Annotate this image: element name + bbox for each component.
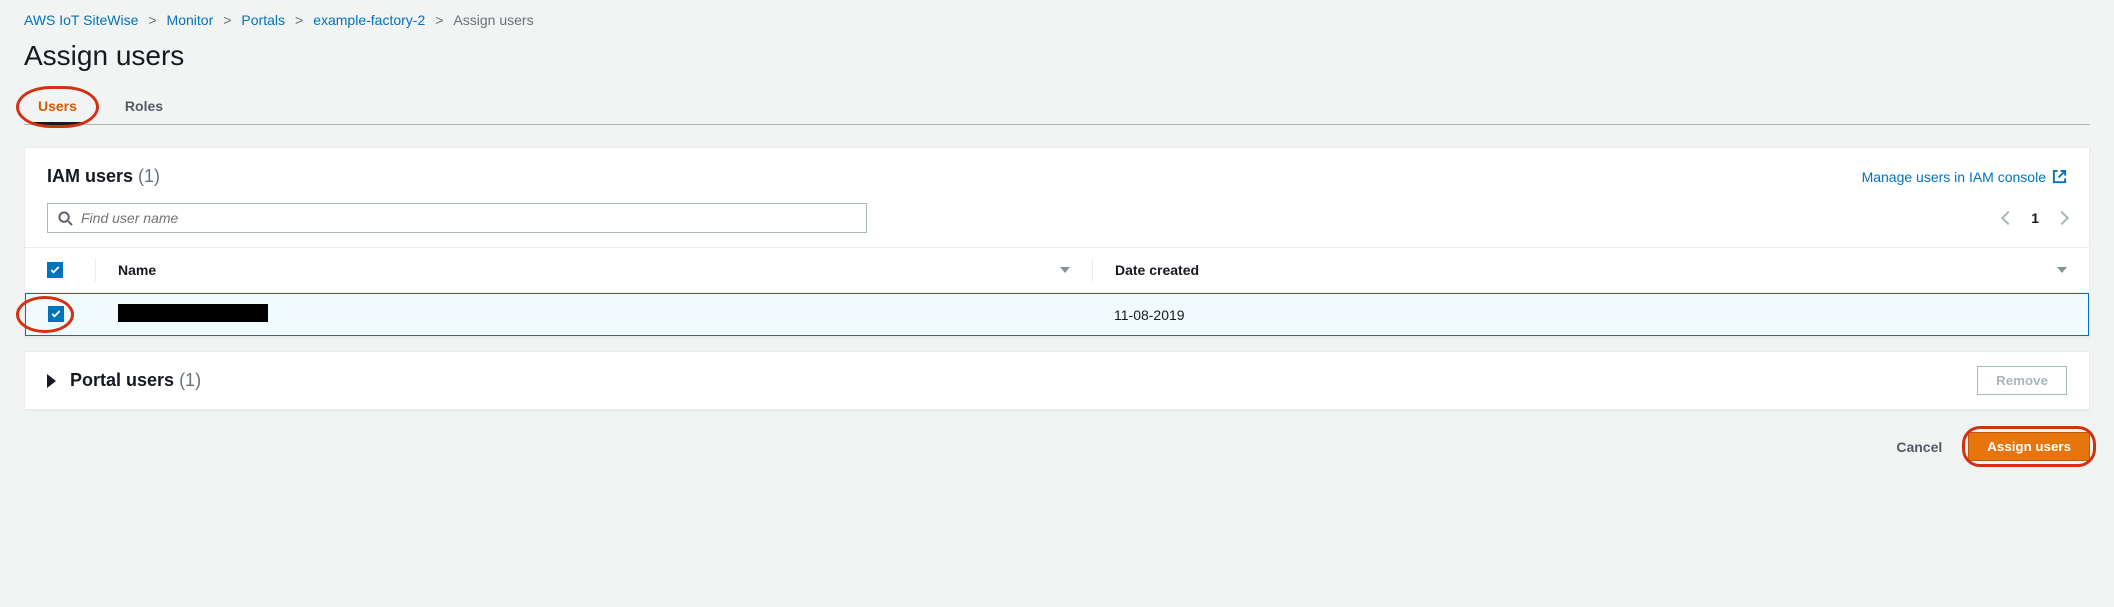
external-link-icon <box>2052 169 2067 184</box>
cancel-button[interactable]: Cancel <box>1896 439 1942 455</box>
column-header-date-created[interactable]: Date created <box>1092 258 2089 282</box>
breadcrumb-link-portals[interactable]: Portals <box>241 12 285 28</box>
breadcrumb-current: Assign users <box>453 12 533 28</box>
table-row[interactable]: 11-08-2019 <box>25 293 2089 336</box>
chevron-right-icon: > <box>295 12 303 28</box>
redacted-name <box>118 304 268 322</box>
breadcrumb: AWS IoT SiteWise > Monitor > Portals > e… <box>24 10 2090 40</box>
breadcrumb-link-portal-name[interactable]: example-factory-2 <box>313 12 425 28</box>
chevron-right-icon: > <box>435 12 443 28</box>
tab-bar: Users Roles <box>24 90 2090 125</box>
page-prev-icon[interactable] <box>2001 211 2015 225</box>
cell-name <box>96 300 1092 329</box>
portal-users-toggle[interactable]: Portal users (1) <box>47 370 201 391</box>
chevron-right-icon: > <box>223 12 231 28</box>
sort-caret-icon <box>1060 267 1070 273</box>
page-number: 1 <box>2031 210 2039 226</box>
link-label: Manage users in IAM console <box>1862 169 2046 185</box>
expand-caret-icon <box>47 374 56 388</box>
search-icon <box>58 211 73 226</box>
search-input[interactable] <box>81 210 856 226</box>
chevron-right-icon: > <box>148 12 156 28</box>
portal-users-card: Portal users (1) Remove <box>24 351 2090 410</box>
iam-users-card: IAM users (1) Manage users in IAM consol… <box>24 147 2090 337</box>
portal-users-count: (1) <box>179 370 201 390</box>
row-select-checkbox[interactable] <box>48 306 64 322</box>
select-all-checkbox[interactable] <box>47 262 63 278</box>
page-title: Assign users <box>24 40 2090 72</box>
tab-users[interactable]: Users <box>34 90 81 124</box>
page-next-icon[interactable] <box>2055 211 2069 225</box>
cell-date-created: 11-08-2019 <box>1092 303 2088 327</box>
assign-users-button[interactable]: Assign users <box>1968 432 2090 461</box>
tab-roles[interactable]: Roles <box>121 90 167 124</box>
sort-caret-icon <box>2057 267 2067 273</box>
portal-users-title: Portal users <box>70 370 174 390</box>
manage-users-iam-link[interactable]: Manage users in IAM console <box>1862 169 2067 185</box>
iam-users-title: IAM users (1) <box>47 166 160 186</box>
remove-button[interactable]: Remove <box>1977 366 2067 395</box>
table-header-row: Name Date created <box>25 248 2089 293</box>
breadcrumb-link-sitewise[interactable]: AWS IoT SiteWise <box>24 12 138 28</box>
emphasis-ring-icon <box>16 296 74 333</box>
search-input-wrapper[interactable] <box>47 203 867 233</box>
column-header-name[interactable]: Name <box>95 258 1092 282</box>
footer-actions: Cancel Assign users <box>24 432 2090 461</box>
paginator: 1 <box>2003 210 2067 226</box>
breadcrumb-link-monitor[interactable]: Monitor <box>167 12 214 28</box>
